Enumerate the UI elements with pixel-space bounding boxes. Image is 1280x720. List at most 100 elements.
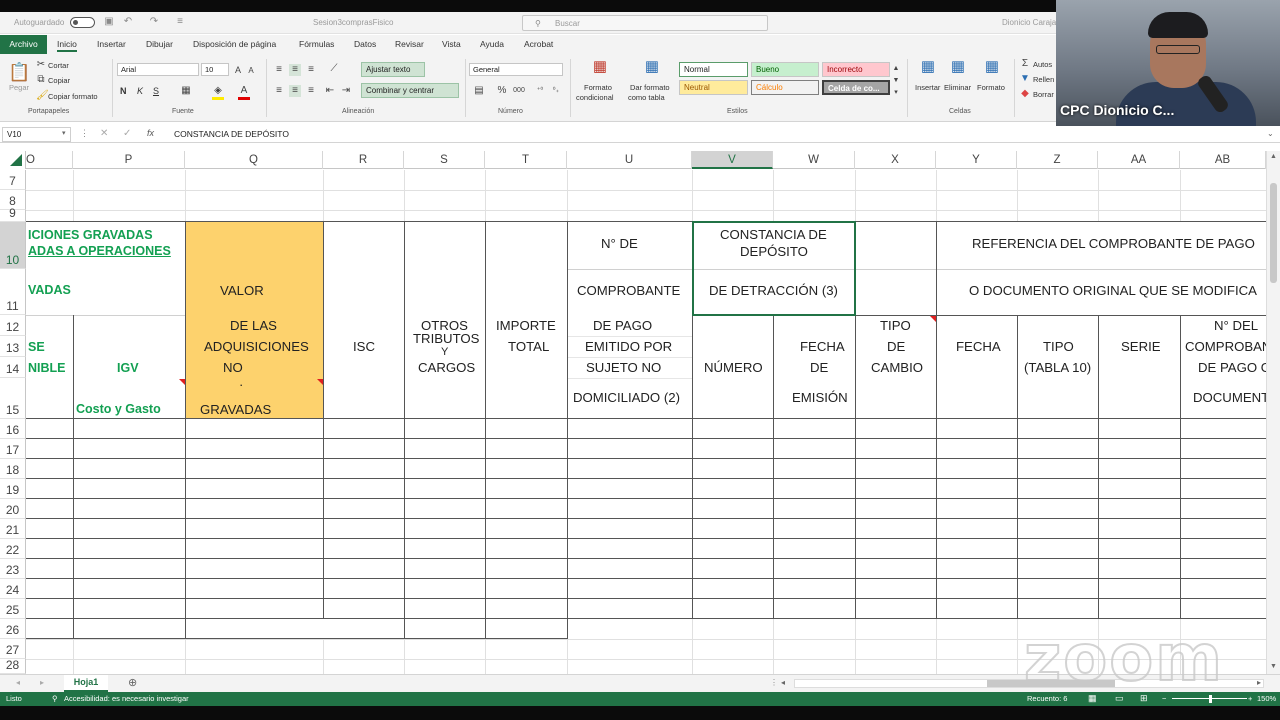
paste-label[interactable]: Pegar (9, 83, 29, 92)
column-header-y[interactable]: Y (936, 151, 1017, 169)
next-sheet-icon[interactable]: ▸ (40, 678, 44, 687)
tab-dibujar[interactable]: Dibujar (146, 39, 173, 49)
align-left-icon[interactable]: ≡ (273, 85, 285, 97)
formula-input[interactable]: CONSTANCIA DE DEPÓSITO (174, 129, 289, 139)
column-header-aa[interactable]: AA (1098, 151, 1180, 169)
number-format-select[interactable]: General (469, 63, 563, 76)
grow-font-icon[interactable]: A (233, 64, 243, 76)
autosum-icon[interactable]: Σ (1020, 58, 1030, 70)
bold-button[interactable]: N (120, 86, 127, 96)
styles-scroll-up-icon[interactable]: ▲ (892, 63, 900, 75)
column-header-u[interactable]: U (567, 151, 692, 169)
merge-center-button[interactable]: Combinar y centrar (361, 83, 459, 98)
column-header-p[interactable]: P (73, 151, 185, 169)
underline-button[interactable]: S (153, 86, 159, 96)
vertical-scroll-thumb[interactable] (1270, 183, 1277, 283)
accessibility-status[interactable]: Accesibilidad: es necesario investigar (64, 694, 189, 703)
clear-icon[interactable]: ◆ (1020, 88, 1030, 100)
select-all-corner[interactable] (0, 151, 26, 169)
format-cells-button[interactable]: Formato (977, 83, 1005, 92)
tab-split-icon[interactable]: ⋮ (770, 678, 778, 687)
comment-indicator[interactable] (317, 379, 323, 385)
insert-function-icon[interactable]: fx (147, 128, 154, 138)
increase-indent-icon[interactable]: ⇥ (340, 85, 352, 97)
accounting-icon[interactable]: ▤ (472, 85, 486, 97)
delete-cells-icon[interactable]: ▦ (948, 59, 968, 79)
column-header-r[interactable]: R (323, 151, 404, 169)
style-calculation[interactable]: Cálculo (751, 80, 819, 95)
row-header-9[interactable]: 9 (0, 206, 26, 222)
prev-sheet-icon[interactable]: ◂ (16, 678, 20, 687)
font-size-select[interactable]: 10 (201, 63, 229, 76)
align-top-icon[interactable]: ≡ (273, 64, 285, 76)
conditional-format-icon[interactable]: ▦ (590, 59, 610, 79)
fill-icon[interactable]: ▼ (1020, 73, 1030, 85)
comment-indicator[interactable] (930, 316, 936, 322)
font-color-icon[interactable]: A (238, 85, 250, 100)
tab-vista[interactable]: Vista (442, 39, 461, 49)
font-name-select[interactable]: Arial (117, 63, 199, 76)
row-header-28[interactable]: 28 (0, 658, 26, 674)
fill-color-icon[interactable]: ◈ (212, 85, 224, 100)
style-neutral[interactable]: Neutral (679, 80, 748, 95)
style-good[interactable]: Bueno (751, 62, 819, 77)
comment-indicator[interactable] (179, 379, 185, 385)
format-as-table-icon[interactable]: ▦ (642, 59, 662, 79)
italic-button[interactable]: K (137, 86, 143, 96)
format-cells-icon[interactable]: ▦ (982, 59, 1002, 79)
column-header-o[interactable]: O (26, 151, 73, 169)
wrap-text-button[interactable]: Ajustar texto (361, 62, 425, 77)
zoom-slider-thumb[interactable] (1209, 695, 1212, 703)
delete-cells-button[interactable]: Eliminar (944, 83, 971, 92)
column-header-s[interactable]: S (404, 151, 485, 169)
insert-cells-button[interactable]: Insertar (915, 83, 940, 92)
hscroll-right-icon[interactable]: ▸ (1257, 678, 1261, 687)
autosave-toggle[interactable] (70, 17, 95, 28)
percent-icon[interactable]: % (496, 85, 508, 97)
column-header-w[interactable]: W (773, 151, 855, 169)
row-header-27[interactable]: 27 (0, 639, 26, 659)
scroll-down-icon[interactable]: ▼ (1270, 663, 1277, 670)
comma-style-icon[interactable]: 000 (512, 85, 526, 97)
row-header-11[interactable]: 11 (0, 269, 26, 315)
column-header-q[interactable]: Q (185, 151, 323, 169)
tab-ayuda[interactable]: Ayuda (480, 39, 504, 49)
row-header-21[interactable]: 21 (0, 519, 26, 539)
tab-inicio[interactable]: Inicio (57, 39, 77, 52)
align-middle-icon[interactable]: ≡ (289, 64, 301, 76)
style-normal[interactable]: Normal (679, 62, 748, 77)
tab-disposicion[interactable]: Disposición de página (193, 39, 276, 49)
increase-decimal-icon[interactable]: ⁺⁰ (533, 85, 547, 97)
redo-icon[interactable]: ↷ (148, 16, 160, 28)
decrease-indent-icon[interactable]: ⇤ (324, 85, 336, 97)
decrease-decimal-icon[interactable]: ⁰₊ (549, 85, 563, 97)
zoom-level[interactable]: 150% (1257, 694, 1276, 703)
column-header-t[interactable]: T (485, 151, 567, 169)
column-header-z[interactable]: Z (1017, 151, 1098, 169)
autosum-button[interactable]: Autos (1033, 60, 1052, 69)
paste-icon[interactable]: 📋 (8, 61, 30, 83)
row-header-14[interactable]: 14 (0, 357, 26, 378)
name-box-dropdown-icon[interactable]: ▾ (62, 129, 66, 137)
style-check-cell[interactable]: Celda de co... (822, 80, 890, 95)
row-header-7[interactable]: 7 (0, 170, 26, 190)
fill-button[interactable]: Rellen (1033, 75, 1054, 84)
vertical-scrollbar[interactable]: ▲ ▼ (1266, 151, 1280, 674)
row-header-12[interactable]: 12 (0, 315, 26, 336)
format-table-label-1[interactable]: Dar formato (630, 83, 670, 92)
undo-icon[interactable]: ↶ (122, 16, 134, 28)
row-header-13[interactable]: 13 (0, 336, 26, 357)
row-header-16[interactable]: 16 (0, 419, 26, 439)
tab-datos[interactable]: Datos (354, 39, 376, 49)
name-box[interactable]: V10 (2, 127, 71, 142)
styles-scroll-down-icon[interactable]: ▼ (892, 75, 900, 87)
tab-archivo[interactable]: Archivo (0, 35, 47, 54)
format-painter-icon[interactable]: 🖌 (36, 90, 49, 102)
clear-button[interactable]: Borrar (1033, 90, 1054, 99)
align-bottom-icon[interactable]: ≡ (305, 64, 317, 76)
tab-formulas[interactable]: Fórmulas (299, 39, 334, 49)
format-painter-button[interactable]: Copiar formato (48, 92, 98, 101)
row-header-23[interactable]: 23 (0, 559, 26, 579)
copy-icon[interactable]: ⧉ (36, 74, 46, 86)
styles-more-icon[interactable]: ▾ (892, 87, 900, 99)
